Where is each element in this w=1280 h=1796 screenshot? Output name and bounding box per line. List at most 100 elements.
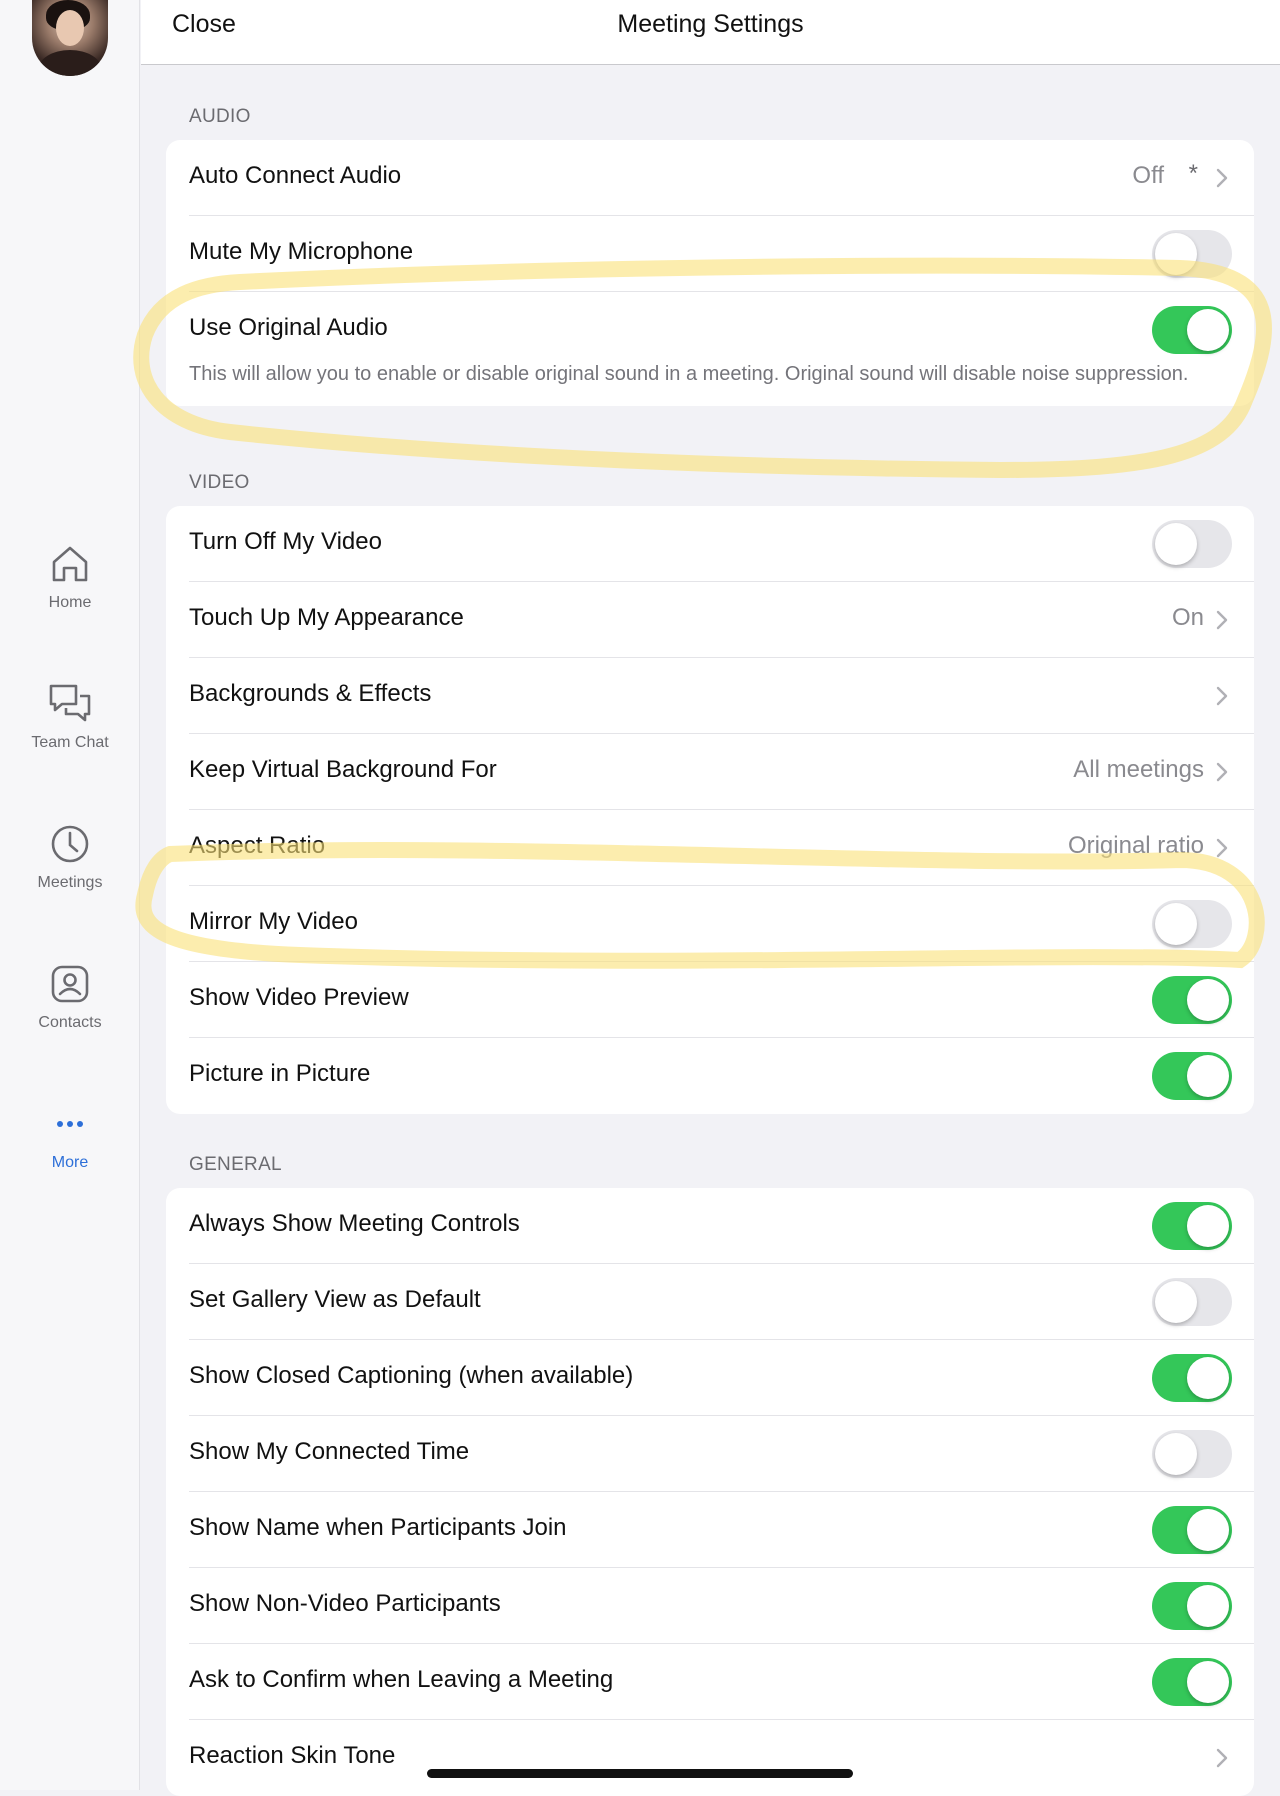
nav-contacts-label: Contacts <box>38 1014 102 1031</box>
backgrounds-row[interactable]: Backgrounds & Effects <box>189 658 1254 734</box>
section-header-audio: AUDIO <box>189 106 251 127</box>
toggle-knob <box>1155 1281 1197 1323</box>
picture-in-picture-toggle[interactable] <box>1152 1052 1232 1100</box>
general-row-toggle[interactable] <box>1152 1506 1232 1554</box>
section-header-general: GENERAL <box>189 1154 282 1175</box>
page-title: Meeting Settings <box>617 10 804 38</box>
original-audio-toggle[interactable] <box>1152 306 1232 354</box>
original-audio-row: Use Original Audio This will allow you t… <box>189 292 1254 406</box>
general-row: Show Name when Participants Join <box>189 1492 1254 1568</box>
general-row-toggle[interactable] <box>1152 1582 1232 1630</box>
picture-in-picture-row: Picture in Picture <box>189 1038 1254 1114</box>
general-row-toggle[interactable] <box>1152 1430 1232 1478</box>
touch-up-row[interactable]: Touch Up My Appearance On <box>189 582 1254 658</box>
toggle-knob <box>1155 903 1197 945</box>
backgrounds-label: Backgrounds & Effects <box>189 680 432 707</box>
avatar-shoulders <box>38 50 102 76</box>
mirror-video-row: Mirror My Video <box>189 886 1254 962</box>
toggle-knob <box>1187 1055 1229 1097</box>
general-row: Ask to Confirm when Leaving a Meeting <box>189 1644 1254 1720</box>
chevron-right-icon <box>1216 1748 1228 1768</box>
chat-icon <box>49 684 91 722</box>
reaction-skin-tone-label: Reaction Skin Tone <box>189 1742 396 1769</box>
video-preview-toggle[interactable] <box>1152 976 1232 1024</box>
header-bar: Close Meeting Settings <box>141 0 1280 65</box>
general-row-label: Ask to Confirm when Leaving a Meeting <box>189 1666 614 1693</box>
general-row-label: Set Gallery View as Default <box>189 1286 481 1313</box>
clock-icon <box>51 825 89 863</box>
home-indicator <box>427 1769 853 1778</box>
general-row: Set Gallery View as Default <box>189 1264 1254 1340</box>
auto-connect-audio-row[interactable]: Auto Connect Audio Off * <box>189 140 1254 216</box>
mute-microphone-label: Mute My Microphone <box>189 238 414 265</box>
section-header-video: VIDEO <box>189 472 250 493</box>
nav-more[interactable]: More <box>0 1100 140 1172</box>
toggle-knob <box>1187 1661 1229 1703</box>
chevron-right-icon <box>1216 686 1228 706</box>
general-row-toggle[interactable] <box>1152 1354 1232 1402</box>
nav-meetings-label: Meetings <box>37 874 103 891</box>
avatar[interactable] <box>32 0 108 76</box>
touch-up-label: Touch Up My Appearance <box>189 604 464 631</box>
aspect-ratio-value: Original ratio <box>1067 832 1204 859</box>
mute-microphone-toggle[interactable] <box>1152 230 1232 278</box>
auto-connect-audio-asterisk: * <box>1188 160 1198 187</box>
general-row-toggle[interactable] <box>1152 1202 1232 1250</box>
mirror-video-toggle[interactable] <box>1152 900 1232 948</box>
nav-home-label: Home <box>48 594 92 611</box>
chevron-right-icon <box>1216 762 1228 782</box>
chevron-right-icon <box>1216 838 1228 858</box>
general-row: Show Non-Video Participants <box>189 1568 1254 1644</box>
keep-virtual-background-row[interactable]: Keep Virtual Background For All meetings <box>189 734 1254 810</box>
toggle-knob <box>1155 523 1197 565</box>
audio-group: Auto Connect Audio Off * Mute My Microph… <box>166 140 1254 406</box>
chevron-right-icon <box>1216 610 1228 630</box>
toggle-knob <box>1187 1509 1229 1551</box>
auto-connect-audio-value: Off <box>1132 162 1164 189</box>
general-row: Show My Connected Time <box>189 1416 1254 1492</box>
nav-team-chat[interactable]: Team Chat <box>0 680 140 752</box>
sidebar: Home Team Chat Meetings Contacts More <box>0 0 140 1790</box>
general-row: Always Show Meeting Controls <box>189 1188 1254 1264</box>
turn-off-video-row: Turn Off My Video <box>189 506 1254 582</box>
mirror-video-label: Mirror My Video <box>189 908 358 935</box>
keep-virtual-background-value: All meetings <box>1073 756 1204 783</box>
general-row-label: Always Show Meeting Controls <box>189 1210 520 1237</box>
general-row-toggle[interactable] <box>1152 1278 1232 1326</box>
avatar-face <box>56 10 84 46</box>
auto-connect-audio-label: Auto Connect Audio <box>189 162 402 189</box>
general-row-label: Show Non-Video Participants <box>189 1590 501 1617</box>
video-preview-label: Show Video Preview <box>189 984 409 1011</box>
general-row: Show Closed Captioning (when available) <box>189 1340 1254 1416</box>
video-group: Turn Off My Video Touch Up My Appearance… <box>166 506 1254 1114</box>
mute-microphone-row: Mute My Microphone <box>189 216 1254 292</box>
general-row-toggle[interactable] <box>1152 1658 1232 1706</box>
nav-team-chat-label: Team Chat <box>31 734 109 751</box>
original-audio-description: This will allow you to enable or disable… <box>189 363 1189 385</box>
aspect-ratio-label: Aspect Ratio <box>189 832 326 859</box>
keep-virtual-background-label: Keep Virtual Background For <box>189 756 497 783</box>
reaction-skin-tone-row[interactable]: Reaction Skin Tone <box>189 1720 1254 1796</box>
general-row-label: Show My Connected Time <box>189 1438 470 1465</box>
video-preview-row: Show Video Preview <box>189 962 1254 1038</box>
picture-in-picture-label: Picture in Picture <box>189 1060 371 1087</box>
nav-home[interactable]: Home <box>0 540 140 612</box>
nav-contacts[interactable]: Contacts <box>0 960 140 1032</box>
toggle-knob <box>1187 309 1229 351</box>
nav-meetings[interactable]: Meetings <box>0 820 140 892</box>
touch-up-value: On <box>1171 604 1204 631</box>
toggle-knob <box>1155 1433 1197 1475</box>
general-row-label: Show Closed Captioning (when available) <box>189 1362 634 1389</box>
toggle-knob <box>1187 1357 1229 1399</box>
more-icon <box>57 1121 83 1127</box>
general-row-label: Show Name when Participants Join <box>189 1514 567 1541</box>
original-audio-label: Use Original Audio <box>189 314 388 341</box>
general-group: Always Show Meeting Controls Set Gallery… <box>166 1188 1254 1796</box>
chevron-right-icon <box>1216 168 1228 188</box>
toggle-knob <box>1187 1585 1229 1627</box>
turn-off-video-toggle[interactable] <box>1152 520 1232 568</box>
aspect-ratio-row[interactable]: Aspect Ratio Original ratio <box>189 810 1254 886</box>
nav-more-label: More <box>51 1154 89 1171</box>
contacts-icon <box>51 965 89 1003</box>
toggle-knob <box>1187 1205 1229 1247</box>
